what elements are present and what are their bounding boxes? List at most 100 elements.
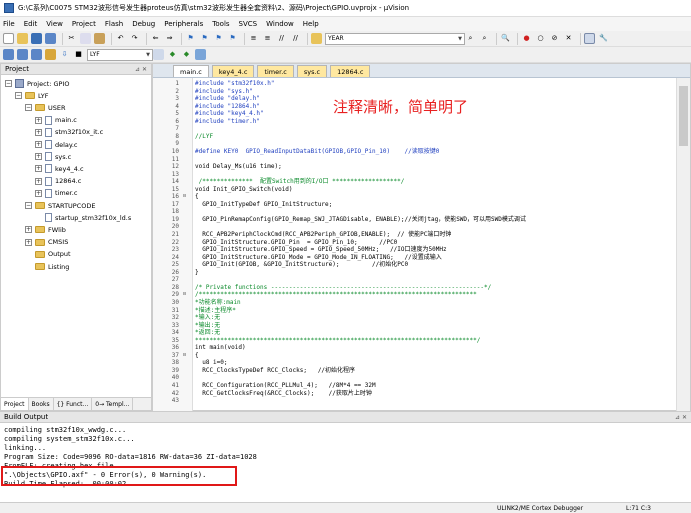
menu-project[interactable]: Project <box>72 20 96 28</box>
collapse-icon[interactable]: − <box>25 202 32 209</box>
find-in-files-icon[interactable] <box>311 33 322 44</box>
build-output-text[interactable]: compiling stm32f10x_wwdg.c... compiling … <box>0 424 680 502</box>
status-cursor-position: L:71 C:3 <box>626 504 651 512</box>
open-folder-icon[interactable] <box>17 33 28 44</box>
nav-back-icon[interactable]: ⇐ <box>150 33 161 44</box>
find-icon[interactable]: ⌕ <box>465 33 476 44</box>
tree-item[interactable]: + FWlib <box>25 224 66 235</box>
tree-item[interactable]: − Project: GPIO <box>5 78 70 89</box>
expand-icon[interactable]: + <box>35 116 42 124</box>
expand-icon[interactable]: + <box>35 177 42 185</box>
menu-svcs[interactable]: SVCS <box>239 20 258 28</box>
nav-forward-icon[interactable]: ⇒ <box>164 33 175 44</box>
prev-bookmark-icon[interactable]: ⚑ <box>199 33 210 44</box>
fold-marker-icon[interactable]: ⊟ <box>183 352 191 360</box>
editor-vertical-scrollbar[interactable] <box>676 78 690 411</box>
paste-icon[interactable] <box>94 33 105 44</box>
editor-tab-sys-c[interactable]: sys.c <box>296 65 328 77</box>
expand-icon[interactable]: + <box>25 238 32 246</box>
find-combo[interactable]: YEAR ▼ <box>325 32 465 45</box>
comment-icon[interactable]: // <box>276 33 287 44</box>
expand-icon[interactable]: + <box>35 153 42 161</box>
tree-item[interactable]: + key4_4.c <box>35 163 84 174</box>
clear-bookmarks-icon[interactable]: ⚑ <box>227 33 238 44</box>
fold-marker-icon[interactable]: ⊟ <box>183 291 191 299</box>
editor-tab-12864-c[interactable]: 12864.c <box>330 65 371 77</box>
expand-icon[interactable]: + <box>35 128 42 136</box>
panel-pin-icon[interactable]: ⊿ ✕ <box>135 66 147 73</box>
fold-marker-icon[interactable]: ⊟ <box>183 193 191 201</box>
menu-file[interactable]: File <box>3 20 15 28</box>
uncomment-icon[interactable]: // <box>290 33 301 44</box>
target-options-icon[interactable] <box>153 49 164 60</box>
tab-project[interactable]: Project <box>1 398 29 410</box>
code-editor[interactable]: 1 #include "stm32f10x.h" 2 #include "sys.h"… <box>153 78 677 411</box>
editor-tab-timer-c[interactable]: timer.c <box>257 65 294 77</box>
menu-view[interactable]: View <box>46 20 63 28</box>
scrollbar-thumb[interactable] <box>679 86 688 146</box>
tree-item[interactable]: startup_stm32f10x_ld.s <box>35 212 131 223</box>
disable-all-breakpoints-icon[interactable]: ⊘ <box>549 33 560 44</box>
expand-icon[interactable]: + <box>35 141 42 148</box>
batch-build-icon[interactable] <box>45 49 56 60</box>
menu-flash[interactable]: Flash <box>105 20 123 28</box>
menu-window[interactable]: Window <box>266 20 294 28</box>
tab-functions[interactable]: {} Funct... <box>54 398 93 410</box>
expand-icon[interactable]: + <box>35 189 42 197</box>
tree-item[interactable]: +12864.c <box>35 176 81 187</box>
manage-project-items-icon[interactable]: ◆ <box>167 49 178 60</box>
collapse-icon[interactable]: − <box>25 104 32 112</box>
tree-item[interactable]: + sys.c <box>35 151 71 162</box>
redo-icon[interactable]: ↷ <box>129 33 140 44</box>
tree-item[interactable]: − USER <box>25 102 66 113</box>
save-icon[interactable] <box>31 33 42 44</box>
tree-item[interactable]: + timer.c <box>35 188 77 199</box>
incremental-find-icon[interactable]: ⌕ <box>479 33 490 44</box>
indent-icon[interactable]: ≡ <box>248 33 259 44</box>
tab-templates[interactable]: 0→ Templ... <box>92 398 134 410</box>
tree-item[interactable]: Listing <box>25 261 69 272</box>
panel-pin-icon[interactable]: ⊿ ✕ <box>675 414 687 421</box>
stop-build-icon[interactable]: ■ <box>73 49 84 60</box>
download-icon[interactable]: ⇩ <box>59 49 70 60</box>
expand-icon[interactable]: + <box>35 165 42 173</box>
target-combo[interactable]: LYF ▼ <box>87 48 153 61</box>
menu-tools[interactable]: Tools <box>212 20 229 28</box>
collapse-icon[interactable]: − <box>5 80 12 87</box>
tree-item[interactable]: − LYF <box>15 90 48 101</box>
expand-icon[interactable]: + <box>25 226 32 234</box>
editor-tab-key4-4-c[interactable]: key4_4.c <box>211 65 255 77</box>
tree-item[interactable]: + CMSIS <box>25 237 68 248</box>
tree-item[interactable]: + delay.c <box>35 139 77 150</box>
breakpoint-icon[interactable]: ● <box>521 33 532 44</box>
tree-item[interactable]: + main.c <box>35 115 77 126</box>
undo-icon[interactable]: ↶ <box>115 33 126 44</box>
tree-item[interactable]: + stm32f10x_it.c <box>35 127 103 138</box>
manage-runtime-icon[interactable] <box>195 49 206 60</box>
tree-item[interactable]: − STARTUPCODE <box>25 200 96 211</box>
next-bookmark-icon[interactable]: ⚑ <box>213 33 224 44</box>
cut-icon[interactable]: ✂ <box>66 33 77 44</box>
select-packs-icon[interactable]: ◆ <box>181 49 192 60</box>
menu-peripherals[interactable]: Peripherals <box>164 20 203 28</box>
kill-breakpoints-icon[interactable]: ✕ <box>563 33 574 44</box>
menu-edit[interactable]: Edit <box>24 20 38 28</box>
menu-help[interactable]: Help <box>303 20 319 28</box>
window-layout-icon[interactable] <box>584 33 595 44</box>
bookmark-icon[interactable]: ⚑ <box>185 33 196 44</box>
tab-books[interactable]: Books <box>29 398 54 410</box>
copy-icon[interactable] <box>80 33 91 44</box>
compile-icon[interactable] <box>3 49 14 60</box>
new-file-icon[interactable] <box>3 33 14 44</box>
menu-debug[interactable]: Debug <box>132 20 155 28</box>
debug-session-icon[interactable]: 🔍 <box>500 33 511 44</box>
save-all-icon[interactable] <box>45 33 56 44</box>
disable-breakpoint-icon[interactable]: ○ <box>535 33 546 44</box>
collapse-icon[interactable]: − <box>15 92 22 100</box>
build-icon[interactable] <box>17 49 28 60</box>
rebuild-icon[interactable] <box>31 49 42 60</box>
configure-icon[interactable]: 🔧 <box>598 33 609 44</box>
editor-tab-main-c[interactable]: main.c <box>173 65 209 77</box>
tree-item[interactable]: Output <box>25 249 71 260</box>
unindent-icon[interactable]: ≡ <box>262 33 273 44</box>
